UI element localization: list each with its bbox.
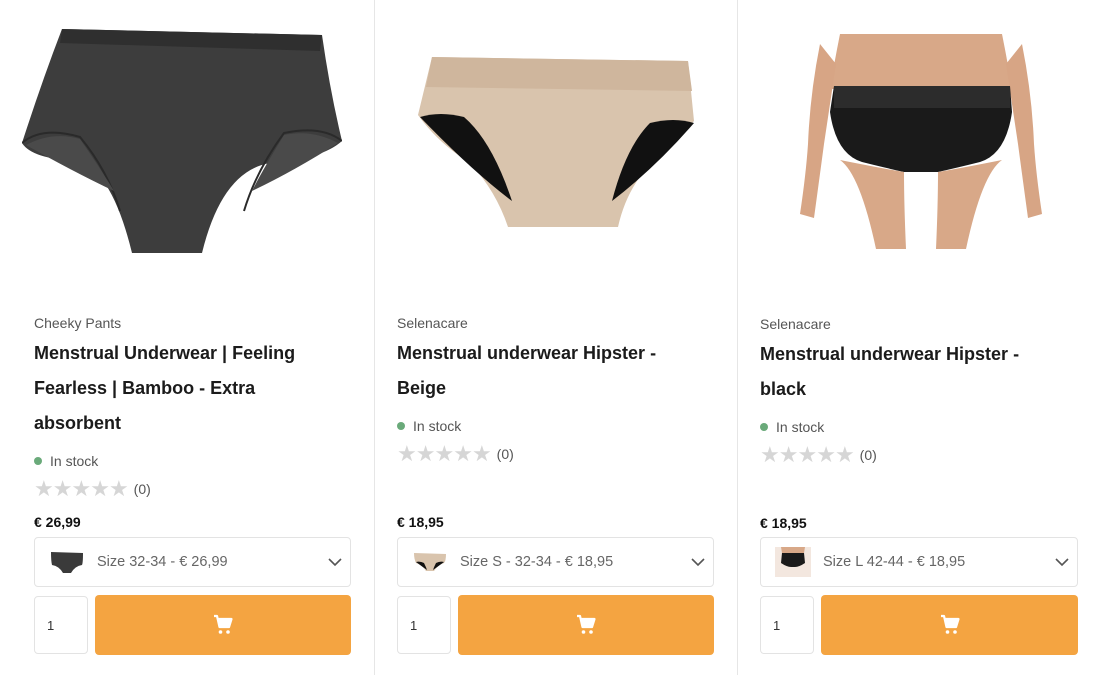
variant-label: Size L 42-44 - € 18,95 bbox=[823, 554, 966, 570]
product-image-model-black bbox=[787, 33, 1052, 249]
product-title-line[interactable]: Fearless | Bamboo - Extra bbox=[34, 371, 295, 406]
star-icon: ★ bbox=[71, 476, 91, 501]
rating[interactable]: ★ ★ ★ ★ ★ (0) bbox=[34, 478, 151, 500]
chevron-down-icon[interactable] bbox=[683, 557, 713, 567]
product-card: Cheeky Pants Menstrual Underwear | Feeli… bbox=[0, 0, 363, 675]
product-image-dark-brief bbox=[21, 29, 342, 253]
rating-count: (0) bbox=[859, 447, 877, 463]
variant-label: Size S - 32-34 - € 18,95 bbox=[460, 554, 614, 570]
variant-thumbnail bbox=[773, 546, 813, 578]
chevron-down-icon[interactable] bbox=[1047, 557, 1077, 567]
product-image[interactable] bbox=[375, 16, 738, 266]
rating-count: (0) bbox=[496, 446, 514, 462]
product-title[interactable]: Menstrual underwear Hipster - Beige bbox=[397, 336, 656, 406]
product-price: € 18,95 bbox=[397, 514, 444, 530]
rating-stars: ★ ★ ★ ★ ★ bbox=[760, 442, 855, 467]
quantity-input[interactable]: 1 bbox=[34, 596, 88, 654]
product-card: Selenacare Menstrual underwear Hipster -… bbox=[375, 0, 738, 675]
stock-label: In stock bbox=[776, 419, 825, 435]
rating-stars: ★ ★ ★ ★ ★ bbox=[397, 441, 492, 466]
cart-icon bbox=[214, 614, 233, 634]
stock-dot-icon bbox=[397, 422, 405, 430]
variant-select[interactable]: Size L 42-44 - € 18,95 bbox=[760, 537, 1078, 587]
product-image-beige-brief bbox=[417, 57, 694, 227]
product-title-line[interactable]: Menstrual Underwear | Feeling bbox=[34, 336, 295, 371]
cart-icon bbox=[940, 614, 960, 634]
product-title[interactable]: Menstrual underwear Hipster - black bbox=[760, 337, 1019, 407]
product-brand: Cheeky Pants bbox=[34, 315, 122, 331]
stock-label: In stock bbox=[50, 453, 99, 469]
product-image[interactable] bbox=[0, 16, 363, 266]
star-icon: ★ bbox=[434, 441, 454, 466]
rating[interactable]: ★ ★ ★ ★ ★ (0) bbox=[397, 443, 514, 465]
cart-icon bbox=[577, 614, 596, 634]
rating-count: (0) bbox=[133, 481, 151, 497]
star-icon: ★ bbox=[471, 441, 492, 466]
variant-thumbnail bbox=[410, 546, 450, 578]
stock-label: In stock bbox=[413, 418, 462, 434]
product-grid: Cheeky Pants Menstrual Underwear | Feeli… bbox=[0, 0, 1119, 675]
product-title-line[interactable]: Menstrual underwear Hipster - bbox=[760, 337, 1019, 372]
stock-status: In stock bbox=[760, 419, 824, 435]
star-icon: ★ bbox=[397, 441, 417, 466]
variant-select[interactable]: Size 32-34 - € 26,99 bbox=[34, 537, 351, 587]
product-price: € 26,99 bbox=[34, 514, 81, 530]
star-icon: ★ bbox=[760, 442, 780, 467]
star-icon: ★ bbox=[34, 476, 54, 501]
add-to-cart-button[interactable] bbox=[821, 595, 1078, 655]
product-price: € 18,95 bbox=[760, 515, 807, 531]
product-image[interactable] bbox=[738, 16, 1101, 266]
stock-dot-icon bbox=[760, 423, 768, 431]
add-to-cart-button[interactable] bbox=[95, 595, 351, 655]
quantity-input[interactable]: 1 bbox=[760, 596, 814, 654]
variant-select[interactable]: Size S - 32-34 - € 18,95 bbox=[397, 537, 714, 587]
star-icon: ★ bbox=[52, 476, 73, 501]
stock-dot-icon bbox=[34, 457, 42, 465]
product-title-line[interactable]: absorbent bbox=[34, 406, 295, 441]
stock-status: In stock bbox=[397, 418, 461, 434]
star-icon: ★ bbox=[453, 441, 473, 466]
variant-label: Size 32-34 - € 26,99 bbox=[97, 554, 228, 570]
quantity-input[interactable]: 1 bbox=[397, 596, 451, 654]
product-card: Selenacare Menstrual underwear Hipster -… bbox=[738, 0, 1101, 675]
star-icon: ★ bbox=[797, 442, 817, 467]
rating-stars: ★ ★ ★ ★ ★ bbox=[34, 476, 129, 501]
star-icon: ★ bbox=[834, 442, 855, 467]
stock-status: In stock bbox=[34, 453, 98, 469]
product-title-line[interactable]: Beige bbox=[397, 371, 656, 406]
add-to-cart-button[interactable] bbox=[458, 595, 714, 655]
star-icon: ★ bbox=[816, 442, 836, 467]
product-title[interactable]: Menstrual Underwear | Feeling Fearless |… bbox=[34, 336, 295, 441]
product-brand: Selenacare bbox=[397, 315, 468, 331]
variant-thumbnail bbox=[47, 546, 87, 578]
star-icon: ★ bbox=[415, 441, 436, 466]
product-brand: Selenacare bbox=[760, 316, 831, 332]
product-title-line[interactable]: black bbox=[760, 372, 1019, 407]
chevron-down-icon[interactable] bbox=[320, 557, 350, 567]
star-icon: ★ bbox=[90, 476, 110, 501]
star-icon: ★ bbox=[108, 476, 129, 501]
rating[interactable]: ★ ★ ★ ★ ★ (0) bbox=[760, 444, 877, 466]
star-icon: ★ bbox=[778, 442, 799, 467]
product-title-line[interactable]: Menstrual underwear Hipster - bbox=[397, 336, 656, 371]
